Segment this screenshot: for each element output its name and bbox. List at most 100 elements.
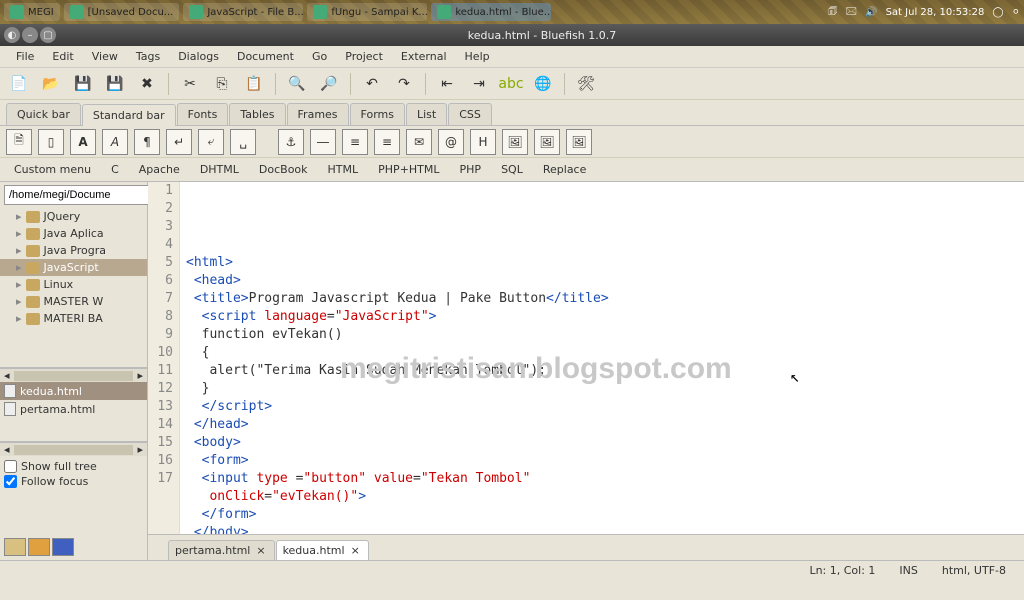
scroll-left-icon[interactable]: ◂ — [0, 443, 14, 456]
custom-menu-docbook[interactable]: DocBook — [251, 161, 316, 178]
menu-external[interactable]: External — [393, 48, 455, 65]
menu-go[interactable]: Go — [304, 48, 335, 65]
menu-project[interactable]: Project — [337, 48, 391, 65]
tray-icon[interactable]: 🗊 — [828, 4, 837, 21]
multithumb-button[interactable]: 🖼 — [566, 129, 592, 155]
menu-file[interactable]: File — [8, 48, 42, 65]
undo-button[interactable]: ↶ — [359, 71, 385, 97]
minimize-button[interactable]: – — [22, 27, 38, 43]
shield-icon[interactable]: ◯ — [992, 7, 1003, 18]
paste-button[interactable]: 📋 — [241, 71, 267, 97]
bar-tab-css[interactable]: CSS — [448, 103, 492, 125]
custom-menu-replace[interactable]: Replace — [535, 161, 595, 178]
taskbar-item[interactable]: fUngu - Sampai K... — [307, 3, 427, 21]
battery-icon[interactable]: ⚪ — [1012, 7, 1020, 18]
open-file-button[interactable]: 📂 — [38, 71, 64, 97]
browser-preview-button[interactable]: 🌐 — [530, 71, 556, 97]
document-tab[interactable]: pertama.html× — [168, 540, 275, 560]
folder-item[interactable]: ▸MATERI BA — [0, 310, 147, 327]
taskbar-item[interactable]: JavaScript - File B... — [183, 3, 303, 21]
tree-scrollbar[interactable]: ◂ ▸ — [0, 368, 147, 382]
new-file-button[interactable]: 📄 — [6, 71, 32, 97]
file-item[interactable]: kedua.html — [0, 382, 147, 400]
tray-icon[interactable]: 🔊 — [865, 7, 877, 18]
close-button[interactable]: ✖ — [134, 71, 160, 97]
reference-tab-icon[interactable] — [52, 538, 74, 556]
bar-tab-forms[interactable]: Forms — [350, 103, 405, 125]
scroll-left-icon[interactable]: ◂ — [0, 369, 14, 382]
scroll-right-icon[interactable]: ▸ — [133, 369, 147, 382]
maximize-button[interactable]: ▢ — [40, 27, 56, 43]
filebrowser-tab-icon[interactable] — [4, 538, 26, 556]
custom-menu-html[interactable]: HTML — [320, 161, 367, 178]
file-list[interactable]: kedua.htmlpertama.html — [0, 382, 147, 442]
close-tab-icon[interactable]: × — [254, 544, 267, 557]
window-menu-button[interactable]: ◐ — [4, 27, 20, 43]
unindent-button[interactable]: ⇤ — [434, 71, 460, 97]
tray-icon[interactable]: 🖂 — [845, 4, 857, 21]
file-item[interactable]: pertama.html — [0, 400, 147, 418]
preferences-button[interactable]: 🛠 — [573, 71, 599, 97]
menu-dialogs[interactable]: Dialogs — [170, 48, 227, 65]
redo-button[interactable]: ↷ — [391, 71, 417, 97]
bar-tab-fonts[interactable]: Fonts — [177, 103, 229, 125]
folder-item[interactable]: ▸Java Aplica — [0, 225, 147, 242]
menu-tags[interactable]: Tags — [128, 48, 168, 65]
code-content[interactable]: megitristisan.blogspot.com ↖ <html> <hea… — [180, 182, 1024, 534]
thumbnail-button[interactable]: 🖼 — [534, 129, 560, 155]
menu-edit[interactable]: Edit — [44, 48, 81, 65]
cut-button[interactable]: ✂ — [177, 71, 203, 97]
custom-menu-php[interactable]: PHP — [452, 161, 490, 178]
show-full-tree-checkbox[interactable]: Show full tree — [4, 460, 143, 473]
code-editor[interactable]: 1234567891011121314151617 megitristisan.… — [148, 182, 1024, 534]
folder-item[interactable]: ▸JQuery — [0, 208, 147, 225]
paragraph-button[interactable]: ¶ — [134, 129, 160, 155]
image-button[interactable]: 🖼 — [502, 129, 528, 155]
breakclear-button[interactable]: ⤶ — [198, 129, 224, 155]
folder-item[interactable]: ▸JavaScript — [0, 259, 147, 276]
font-button[interactable]: H — [470, 129, 496, 155]
italic-button[interactable]: A — [102, 129, 128, 155]
rightalign-button[interactable]: ≡ — [374, 129, 400, 155]
center-button[interactable]: ≡ — [342, 129, 368, 155]
save-as-button[interactable]: 💾 — [102, 71, 128, 97]
taskbar-item[interactable]: [Unsaved Docu... — [64, 3, 180, 21]
bar-tab-tables[interactable]: Tables — [229, 103, 285, 125]
document-tab[interactable]: kedua.html× — [276, 540, 369, 560]
path-input[interactable] — [4, 185, 156, 205]
indent-button[interactable]: ⇥ — [466, 71, 492, 97]
custom-menu-sql[interactable]: SQL — [493, 161, 531, 178]
custom-menu-apache[interactable]: Apache — [131, 161, 188, 178]
search-button[interactable]: 🔍 — [284, 71, 310, 97]
quickstart-button[interactable]: 🗎 — [6, 129, 32, 155]
save-button[interactable]: 💾 — [70, 71, 96, 97]
custom-menu-c[interactable]: C — [103, 161, 127, 178]
folder-item[interactable]: ▸MASTER W — [0, 293, 147, 310]
close-tab-icon[interactable]: × — [349, 544, 362, 557]
menu-view[interactable]: View — [84, 48, 126, 65]
anchor-button[interactable]: ⚓ — [278, 129, 304, 155]
copy-button[interactable]: ⎘ — [209, 71, 235, 97]
break-button[interactable]: ↵ — [166, 129, 192, 155]
taskbar-item[interactable]: MEGI — [4, 3, 60, 21]
custom-menu-custom-menu[interactable]: Custom menu — [6, 161, 99, 178]
bar-tab-standard-bar[interactable]: Standard bar — [82, 104, 176, 126]
menu-help[interactable]: Help — [457, 48, 498, 65]
menu-document[interactable]: Document — [229, 48, 302, 65]
custom-menu-php-html[interactable]: PHP+HTML — [370, 161, 447, 178]
taskbar-item[interactable]: kedua.html - Blue... — [431, 3, 551, 21]
email-button[interactable]: @ — [438, 129, 464, 155]
list-scrollbar[interactable]: ◂ ▸ — [0, 442, 147, 456]
follow-focus-checkbox[interactable]: Follow focus — [4, 475, 143, 488]
body-button[interactable]: ▯ — [38, 129, 64, 155]
folder-item[interactable]: ▸Java Progra — [0, 242, 147, 259]
bold-button[interactable]: A — [70, 129, 96, 155]
nbsp-button[interactable]: ␣ — [230, 129, 256, 155]
bookmarks-tab-icon[interactable] — [28, 538, 50, 556]
spellcheck-button[interactable]: abc — [498, 71, 524, 97]
bar-tab-frames[interactable]: Frames — [287, 103, 349, 125]
folder-tree[interactable]: ▸JQuery▸Java Aplica▸Java Progra▸JavaScri… — [0, 208, 147, 368]
bar-tab-quick-bar[interactable]: Quick bar — [6, 103, 81, 125]
scroll-right-icon[interactable]: ▸ — [133, 443, 147, 456]
custom-menu-dhtml[interactable]: DHTML — [192, 161, 247, 178]
